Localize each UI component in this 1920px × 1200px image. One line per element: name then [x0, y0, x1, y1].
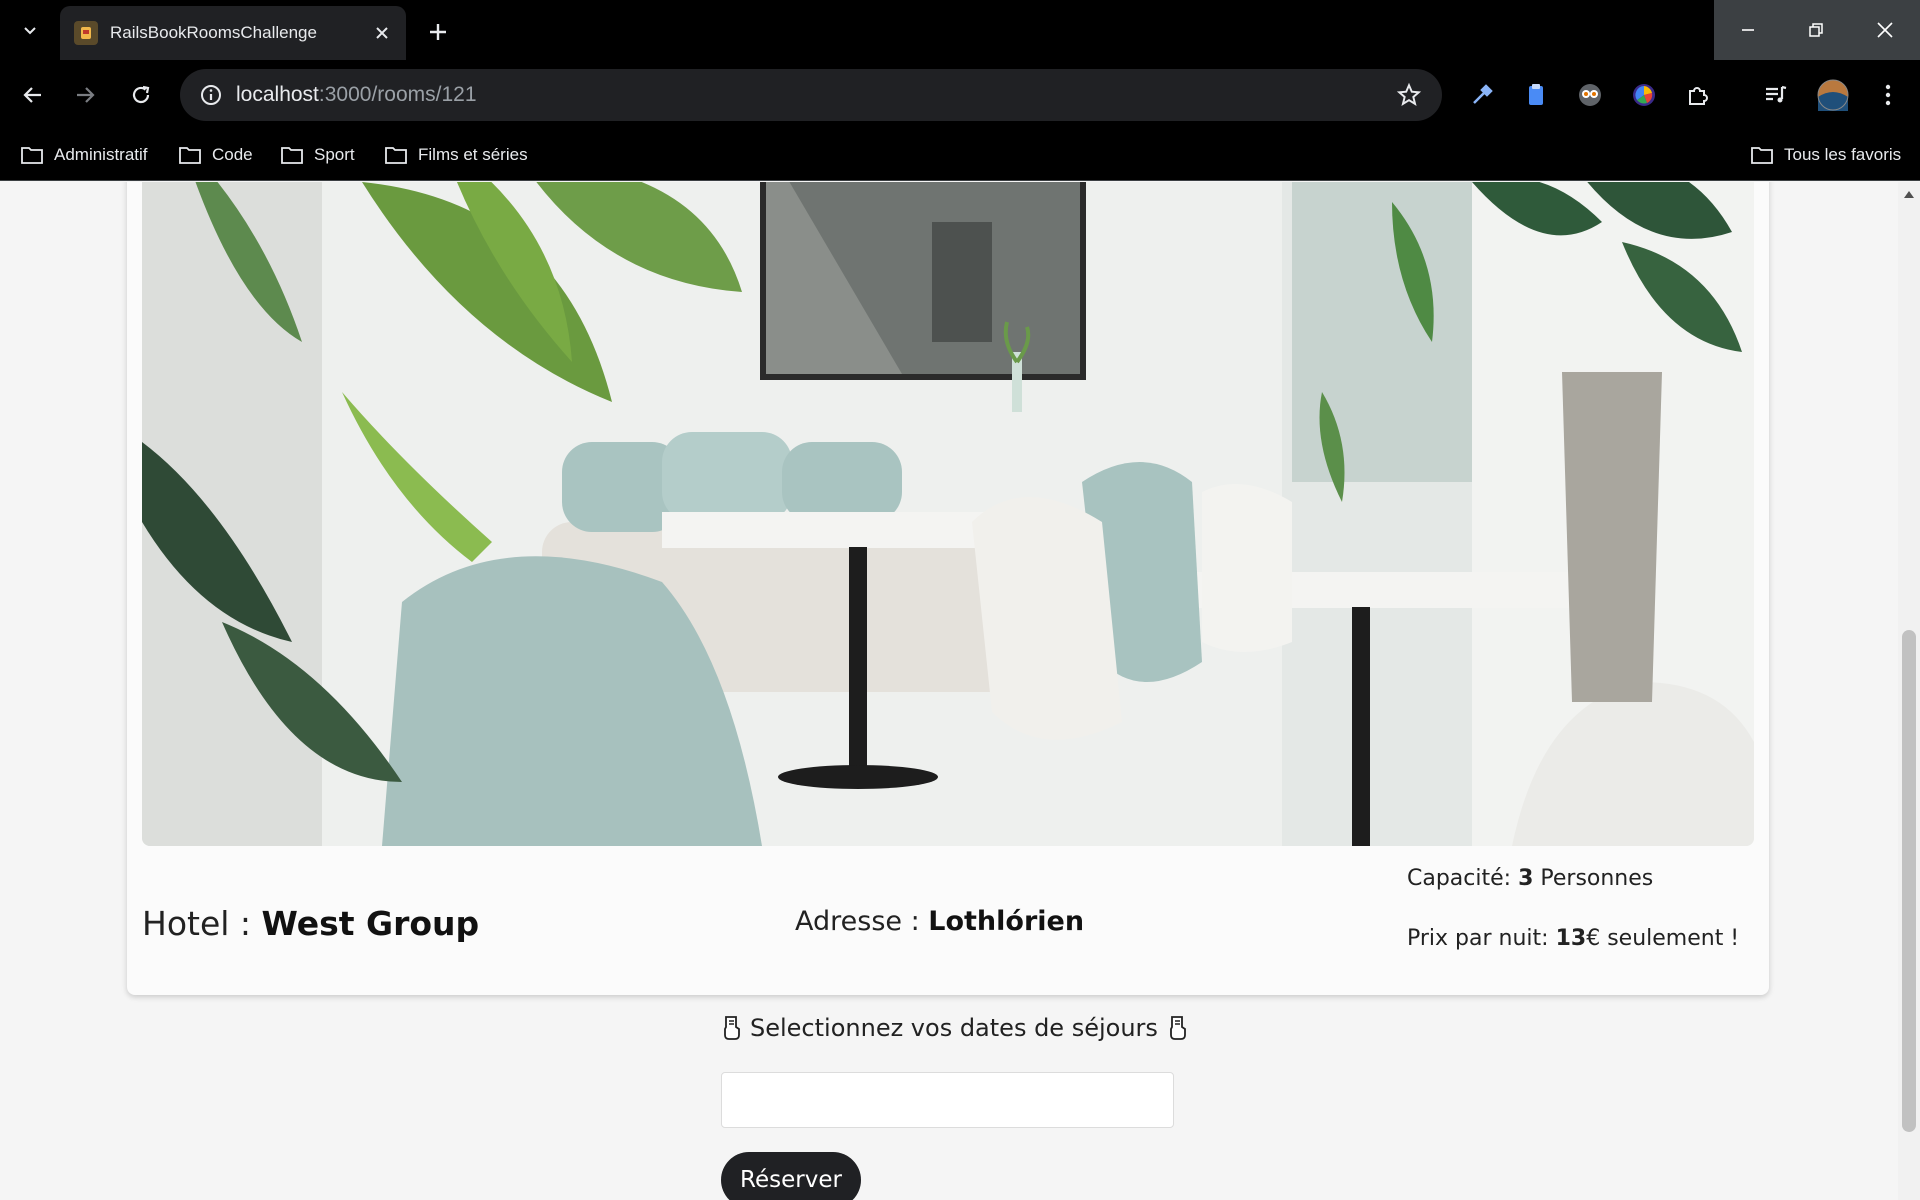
- reload-button[interactable]: [122, 76, 160, 114]
- folder-icon: [1751, 147, 1773, 164]
- back-button[interactable]: [14, 76, 52, 114]
- bookmarks-bar: Administratif Code Sport Films et séries…: [0, 130, 1920, 181]
- address-line: Adresse : Lothlórien: [795, 906, 1084, 937]
- bookmark-folder-sport[interactable]: Sport: [280, 140, 355, 170]
- bookmark-star-button[interactable]: [1396, 82, 1422, 113]
- close-icon: [376, 27, 388, 39]
- minimize-icon: [1742, 29, 1754, 31]
- tab-title: RailsBookRoomsChallenge: [110, 23, 317, 42]
- scroll-up-button[interactable]: [1898, 186, 1920, 202]
- page-scrollbar[interactable]: [1898, 182, 1920, 1200]
- reserve-button[interactable]: Réserver: [721, 1152, 861, 1200]
- more-vertical-icon: [1885, 84, 1891, 106]
- eyedropper-icon: [1473, 84, 1493, 104]
- bookmark-folder-films[interactable]: Films et séries: [384, 140, 528, 170]
- media-control-button[interactable]: [1760, 79, 1792, 111]
- address-label: Adresse :: [795, 906, 929, 937]
- extension-owl-button[interactable]: [1574, 79, 1606, 111]
- forward-button[interactable]: [66, 76, 104, 114]
- hotel-name: West Group: [261, 904, 480, 943]
- close-icon: [1877, 22, 1893, 38]
- folder-icon: [179, 147, 201, 164]
- plus-icon: [430, 24, 446, 40]
- clipboard-icon: [1529, 84, 1543, 105]
- restore-icon: [1809, 23, 1823, 37]
- capacity-unit: Personnes: [1533, 866, 1654, 891]
- bookmark-folder-code[interactable]: Code: [178, 140, 253, 170]
- all-bookmarks-folder[interactable]: Tous les favoris: [1750, 140, 1901, 170]
- folder-icon: [385, 147, 407, 164]
- pointing-down-icon: [724, 1016, 740, 1040]
- pointing-down-icon: [1170, 1016, 1186, 1040]
- profile-avatar-button[interactable]: [1816, 78, 1850, 112]
- price-value: 13: [1555, 926, 1587, 951]
- hotel-label: Hotel :: [142, 904, 262, 943]
- date-range-input[interactable]: [721, 1072, 1174, 1128]
- address-bar[interactable]: localhost:3000/rooms/121: [180, 69, 1442, 121]
- tab-close-button[interactable]: [368, 19, 396, 47]
- date-selection-prompt: Selectionnez vos dates de séjours: [720, 1014, 1188, 1042]
- bookmark-label: Films et séries: [418, 145, 528, 164]
- extension-eyedropper-button[interactable]: [1466, 79, 1498, 111]
- capacity-value: 3: [1518, 866, 1534, 891]
- chevron-down-icon: [24, 27, 36, 35]
- address-value: Lothlórien: [928, 906, 1085, 937]
- bookmark-folder-administratif[interactable]: Administratif: [20, 140, 148, 170]
- tab-search-button[interactable]: [10, 14, 50, 46]
- active-tab[interactable]: RailsBookRoomsChallenge: [60, 6, 406, 60]
- playlist-icon: [1766, 85, 1787, 103]
- all-bookmarks-label: Tous les favoris: [1784, 145, 1902, 164]
- extensions-button[interactable]: [1682, 79, 1714, 111]
- room-photo-image: [142, 182, 1754, 846]
- url-text[interactable]: localhost:3000/rooms/121: [236, 83, 477, 107]
- browser-tab-strip: RailsBookRoomsChallenge: [0, 0, 1920, 60]
- reload-icon: [132, 85, 150, 104]
- hotel-name-line: Hotel : West Group: [142, 904, 479, 943]
- arrow-left-icon: [23, 87, 41, 103]
- price-line: Prix par nuit: 13€ seulement !: [1407, 926, 1739, 951]
- extension-clipboard-button[interactable]: [1520, 79, 1552, 111]
- info-icon: [201, 85, 221, 105]
- room-card: Hotel : West Group Adresse : Lothlórien …: [127, 182, 1769, 995]
- url-host: localhost: [236, 83, 319, 106]
- folder-icon: [21, 147, 43, 164]
- browser-toolbar: localhost:3000/rooms/121: [0, 60, 1920, 130]
- price-suffix: € seulement !: [1586, 926, 1740, 951]
- url-path: :3000/rooms/121: [318, 83, 477, 106]
- browser-menu-button[interactable]: [1872, 79, 1904, 111]
- bookmark-label: Code: [212, 145, 253, 164]
- page-viewport: Hotel : West Group Adresse : Lothlórien …: [0, 182, 1898, 1200]
- folder-icon: [281, 147, 303, 164]
- restore-button[interactable]: [1782, 0, 1850, 60]
- room-info: Hotel : West Group Adresse : Lothlórien …: [127, 846, 1769, 996]
- bookmark-label: Administratif: [54, 145, 148, 164]
- avatar: [1817, 79, 1849, 111]
- scrollbar-thumb[interactable]: [1902, 630, 1916, 1132]
- price-label: Prix par nuit:: [1407, 926, 1556, 951]
- extension-color-button[interactable]: [1628, 79, 1660, 111]
- capacity-line: Capacité: 3 Personnes: [1407, 866, 1653, 891]
- site-info-button[interactable]: [186, 84, 236, 106]
- triangle-up-icon: [1904, 191, 1914, 198]
- date-selection-text: Selectionnez vos dates de séjours: [750, 1014, 1158, 1042]
- owl-icon: [1579, 84, 1601, 106]
- star-icon: [1396, 82, 1422, 106]
- site-favicon-icon: [74, 21, 98, 45]
- new-tab-button[interactable]: [420, 14, 456, 50]
- arrow-right-icon: [77, 87, 95, 103]
- bookmark-label: Sport: [314, 145, 355, 164]
- minimize-button[interactable]: [1714, 0, 1782, 60]
- puzzle-icon: [1689, 87, 1708, 105]
- capacity-label: Capacité:: [1407, 866, 1519, 891]
- color-wheel-icon: [1633, 84, 1655, 106]
- close-window-button[interactable]: [1850, 0, 1920, 60]
- room-photo: [142, 182, 1754, 846]
